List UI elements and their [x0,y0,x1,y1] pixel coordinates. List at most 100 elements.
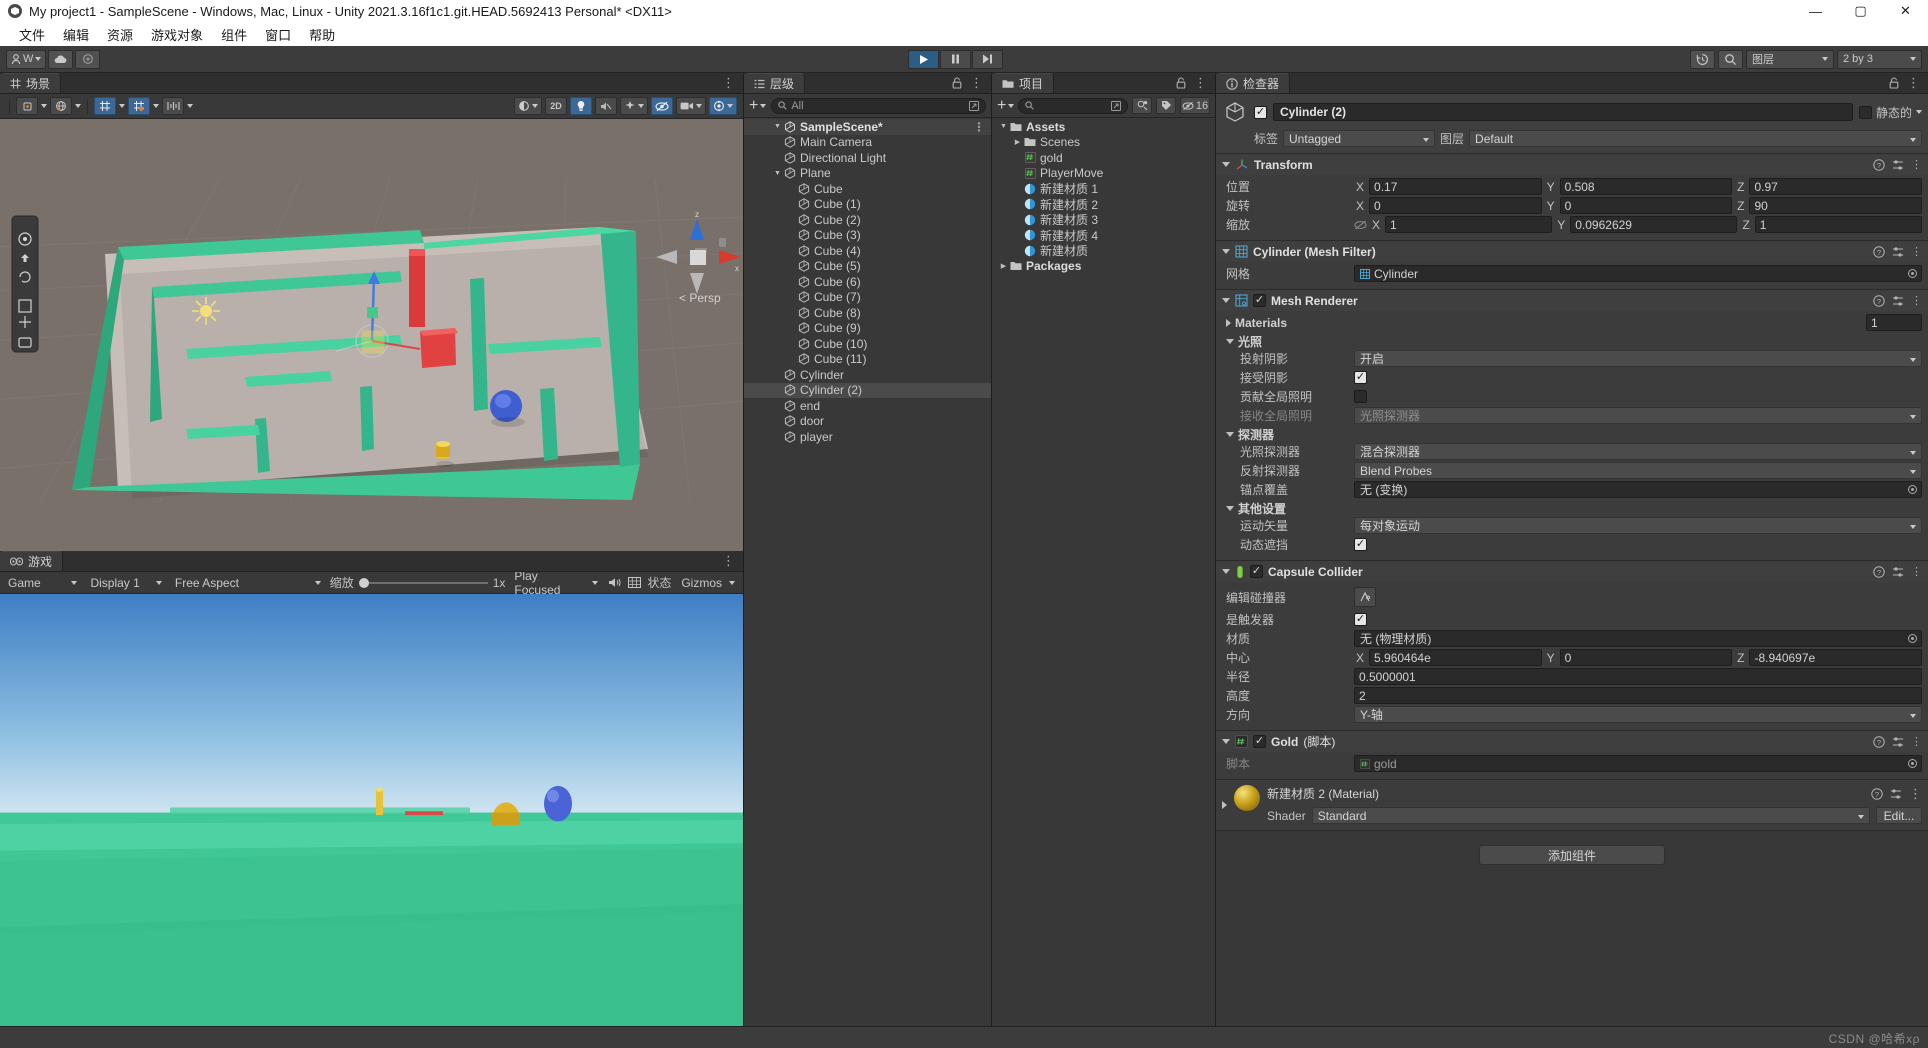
shading-mode-button[interactable] [514,97,542,115]
help-icon[interactable]: ? [1873,735,1885,748]
expand-triangle-icon[interactable]: ▶ [1012,138,1023,146]
object-picker-icon[interactable] [1908,634,1917,643]
maximize-button[interactable]: ▢ [1838,0,1883,22]
menu-item-component[interactable]: 组件 [212,23,256,46]
component-kebab-icon[interactable]: ⋮ [1911,294,1922,307]
scene-fx-button[interactable] [620,97,648,115]
tab-scene[interactable]: 场景 [0,73,62,93]
close-button[interactable]: ✕ [1883,0,1928,22]
project-item-1[interactable]: 新建材质 1 [992,181,1215,197]
object-picker-icon[interactable] [1908,485,1917,494]
aspect-dropdown[interactable]: Free Aspect [171,574,325,592]
stats-icon[interactable] [628,577,642,588]
preset-icon[interactable] [1892,736,1904,748]
scene-kebab-icon[interactable]: ⋮ [722,75,735,91]
snap-increment-button[interactable] [162,97,184,115]
menu-item-assets[interactable]: 资源 [98,23,142,46]
project-item-[interactable]: 新建材质 [992,243,1215,259]
gold-script-enabled-checkbox[interactable] [1253,735,1266,748]
hierarchy-item-door[interactable]: door [744,414,991,430]
chevron-down-icon[interactable] [75,104,81,108]
preset-icon[interactable] [1892,246,1904,258]
is-trigger-checkbox[interactable] [1354,613,1367,626]
anchor-override-field[interactable]: 无 (变换) [1354,481,1922,498]
component-kebab-icon[interactable]: ⋮ [1909,786,1922,802]
preset-icon[interactable] [1892,566,1904,578]
hierarchy-item-cube-7[interactable]: Cube (7) [744,290,991,306]
step-button[interactable] [972,49,1003,69]
project-kebab-icon[interactable]: ⋮ [1194,75,1207,91]
cast-shadows-dropdown[interactable]: 开启 [1354,350,1922,367]
probes-foldout[interactable]: 探测器 [1222,426,1922,443]
scene-visibility-button[interactable] [651,97,673,115]
hierarchy-add-button[interactable]: + [749,97,767,114]
play-button[interactable] [908,49,939,69]
2d-toggle-button[interactable]: 2D [545,97,567,115]
game-kebab-icon[interactable]: ⋮ [722,553,735,569]
help-icon[interactable]: ? [1873,158,1885,171]
menu-item-gameobject[interactable]: 游戏对象 [142,23,212,46]
pause-button[interactable] [940,49,971,69]
cloud-button[interactable] [48,49,74,69]
expand-triangle-icon[interactable]: ▼ [772,170,783,177]
hierarchy-item-cube-6[interactable]: Cube (6) [744,274,991,290]
project-search-input[interactable] [1018,97,1128,114]
menu-item-edit[interactable]: 编辑 [54,23,98,46]
capsule-collider-enabled-checkbox[interactable] [1250,565,1263,578]
hierarchy-search-input[interactable]: All [771,97,986,114]
project-item-2[interactable]: 新建材质 2 [992,197,1215,213]
light-probes-dropdown[interactable]: 混合探测器 [1354,443,1922,460]
chevron-down-icon[interactable] [1916,110,1922,114]
rotation-z-input[interactable]: 90 [1749,197,1923,214]
mesh-renderer-header[interactable]: Mesh Renderer ? ⋮ [1216,290,1928,311]
edit-collider-button[interactable] [1354,587,1376,607]
scale-y-input[interactable]: 0.0962629 [1570,216,1738,233]
minimize-button[interactable]: — [1793,0,1838,22]
scale-slider-knob[interactable] [358,577,369,588]
contribute-gi-checkbox[interactable] [1354,390,1367,403]
height-input[interactable]: 2 [1354,687,1922,704]
hierarchy-kebab-icon[interactable]: ⋮ [970,75,983,91]
hierarchy-item-cube[interactable]: Cube [744,181,991,197]
position-y-input[interactable]: 0.508 [1559,178,1733,195]
expand-triangle-icon[interactable]: ▼ [772,123,783,130]
hierarchy-item-cube-8[interactable]: Cube (8) [744,305,991,321]
expand-triangle-icon[interactable]: ▼ [998,123,1009,130]
component-kebab-icon[interactable]: ⋮ [1911,158,1922,171]
object-name-input[interactable]: Cylinder (2) [1273,103,1853,121]
lighting-foldout[interactable]: 光照 [1222,333,1922,350]
expand-triangle-icon[interactable] [1222,569,1230,574]
tab-hierarchy[interactable]: 层级 [744,73,806,93]
hierarchy-item-cube-10[interactable]: Cube (10) [744,336,991,352]
physic-material-field[interactable]: 无 (物理材质) [1354,630,1922,647]
hierarchy-item-cube-9[interactable]: Cube (9) [744,321,991,337]
display-dropdown[interactable]: Display 1 [86,574,165,592]
materials-foldout[interactable]: Materials [1222,314,1354,331]
center-z-input[interactable]: -8.940697e [1749,649,1923,666]
expand-triangle-icon[interactable] [1226,318,1231,327]
component-kebab-icon[interactable]: ⋮ [1911,735,1922,748]
scene-pivot-button[interactable] [50,97,72,115]
static-checkbox[interactable] [1858,105,1872,119]
search-button[interactable] [1718,49,1743,69]
chevron-down-icon[interactable] [41,104,47,108]
services-settings-button[interactable] [75,49,101,69]
menu-item-file[interactable]: 文件 [10,23,54,46]
object-picker-icon[interactable] [1908,759,1917,768]
mute-audio-icon[interactable] [608,577,622,588]
motion-vectors-dropdown[interactable]: 每对象运动 [1354,517,1922,534]
object-active-checkbox[interactable] [1254,105,1267,119]
additional-settings-foldout[interactable]: 其他设置 [1222,500,1922,517]
layers-dropdown[interactable]: 图层 [1746,49,1834,69]
hierarchy-item-player[interactable]: player [744,429,991,445]
play-focused-dropdown[interactable]: Play Focused [510,569,602,597]
project-item-scenes[interactable]: ▶ Scenes [992,135,1215,151]
project-lock-icon[interactable] [1176,77,1186,89]
project-item-playermove[interactable]: PlayerMove [992,166,1215,182]
center-y-input[interactable]: 0 [1559,649,1733,666]
dynamic-occlusion-checkbox[interactable] [1354,538,1367,551]
hierarchy-item-cylinder[interactable]: Cylinder [744,367,991,383]
stats-label[interactable]: 状态 [647,574,671,591]
menu-item-help[interactable]: 帮助 [300,23,344,46]
game-view[interactable] [0,594,743,1026]
